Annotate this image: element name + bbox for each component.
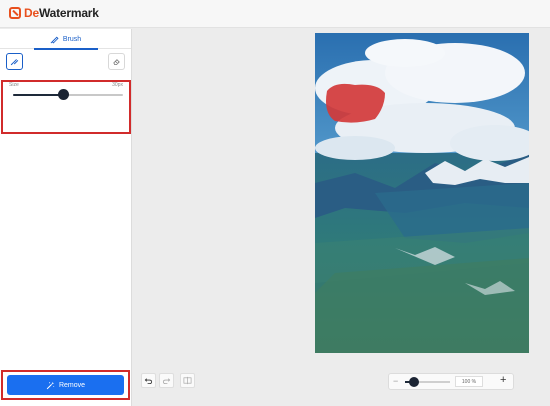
app-logo[interactable]: DeWatermark <box>9 6 99 20</box>
undo-button[interactable] <box>141 373 156 388</box>
landscape-photo <box>315 33 529 353</box>
tab-active-indicator <box>34 48 98 50</box>
size-slider-fill <box>13 94 63 96</box>
remove-button-label: Remove <box>58 381 86 389</box>
tab-brush-label: Brush <box>62 35 82 43</box>
undo-icon <box>144 378 153 385</box>
eraser-tool-button[interactable] <box>108 53 125 70</box>
zoom-out-button[interactable]: − <box>393 376 398 386</box>
zoom-slider-thumb[interactable] <box>409 377 419 387</box>
history-controls <box>141 373 174 388</box>
zoom-control: − 100 % + <box>388 373 514 390</box>
redo-icon <box>162 378 171 385</box>
magic-wand-icon <box>46 381 55 389</box>
zoom-slider-track[interactable] <box>405 377 450 387</box>
redo-button[interactable] <box>159 373 174 388</box>
app-header: DeWatermark <box>0 0 550 28</box>
paint-mask <box>326 83 385 123</box>
image-canvas[interactable] <box>315 33 529 353</box>
brush-icon <box>10 59 19 66</box>
eraser-icon <box>113 59 120 66</box>
tool-tab-bar: Brush <box>0 29 131 50</box>
brush-size-control: Size 30px <box>1 80 131 134</box>
tool-sidebar: Brush Size 30px Remove <box>0 29 132 406</box>
brush-tab-icon <box>50 36 59 44</box>
brush-tool-button[interactable] <box>6 53 23 70</box>
zoom-value: 100 % <box>455 376 483 387</box>
logo-icon <box>9 7 21 19</box>
logo-suffix: Watermark <box>38 6 99 20</box>
size-label: Size <box>9 82 19 88</box>
remove-button[interactable]: Remove <box>7 375 124 395</box>
remove-button-highlight: Remove <box>1 370 130 400</box>
tab-brush[interactable]: Brush <box>0 29 131 50</box>
logo-prefix: De <box>24 6 39 20</box>
compare-icon <box>183 376 192 385</box>
size-slider-track[interactable] <box>13 89 123 100</box>
size-value: 30px <box>112 82 123 88</box>
size-slider-thumb[interactable] <box>57 89 69 100</box>
zoom-in-button[interactable]: + <box>500 374 506 386</box>
compare-button[interactable] <box>180 373 195 388</box>
